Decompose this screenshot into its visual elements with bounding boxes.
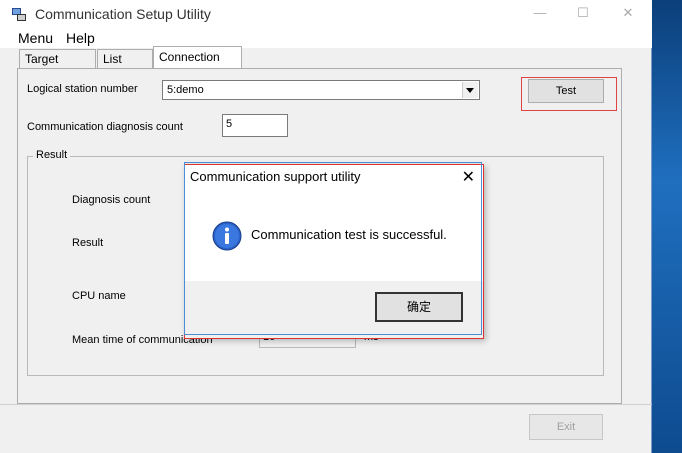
diag-count-input[interactable]: 5 (222, 114, 288, 137)
logical-station-label: Logical station number (27, 83, 138, 95)
menu-item-menu[interactable]: Menu (18, 30, 53, 46)
cpu-name-label: CPU name (72, 290, 126, 302)
tab-strip: Target setting List view Connection test (0, 46, 652, 84)
maximize-button[interactable]: ☐ (573, 5, 593, 23)
test-button[interactable]: Test (528, 79, 604, 103)
window-title: Communication Setup Utility (35, 6, 211, 22)
chevron-down-icon[interactable] (462, 82, 478, 98)
close-button[interactable]: ✕ (618, 5, 638, 23)
tab-connection-test[interactable]: Connection test (153, 46, 242, 84)
diag-count-label: Communication diagnosis count (27, 121, 183, 133)
dialog-close-icon[interactable]: ✕ (462, 167, 475, 187)
menu-bar: Menu Help (0, 28, 652, 48)
app-icon (12, 8, 26, 21)
diagnosis-count-label: Diagnosis count (72, 194, 151, 206)
exit-button[interactable]: Exit (529, 414, 603, 440)
desktop-background (652, 0, 682, 453)
result-group-title: Result (33, 149, 71, 161)
tab-target-setting[interactable]: Target setting (19, 49, 96, 84)
logical-station-value: 5:demo (167, 84, 204, 96)
dialog-title: Communication support utility (190, 169, 361, 184)
dialog-message: Communication test is successful. (251, 227, 447, 242)
tab-list-view[interactable]: List view (97, 49, 153, 84)
bottom-separator (0, 404, 652, 405)
result-label: Result (72, 237, 104, 249)
title-bar: Communication Setup Utility — ☐ ✕ (0, 0, 652, 28)
message-dialog: Communication support utility ✕ Communic… (184, 164, 484, 339)
menu-item-help[interactable]: Help (66, 30, 95, 46)
minimize-button[interactable]: — (530, 5, 550, 23)
logical-station-select[interactable]: 5:demo (162, 80, 480, 100)
info-icon (212, 221, 242, 251)
ok-button[interactable]: 确定 (375, 292, 463, 322)
